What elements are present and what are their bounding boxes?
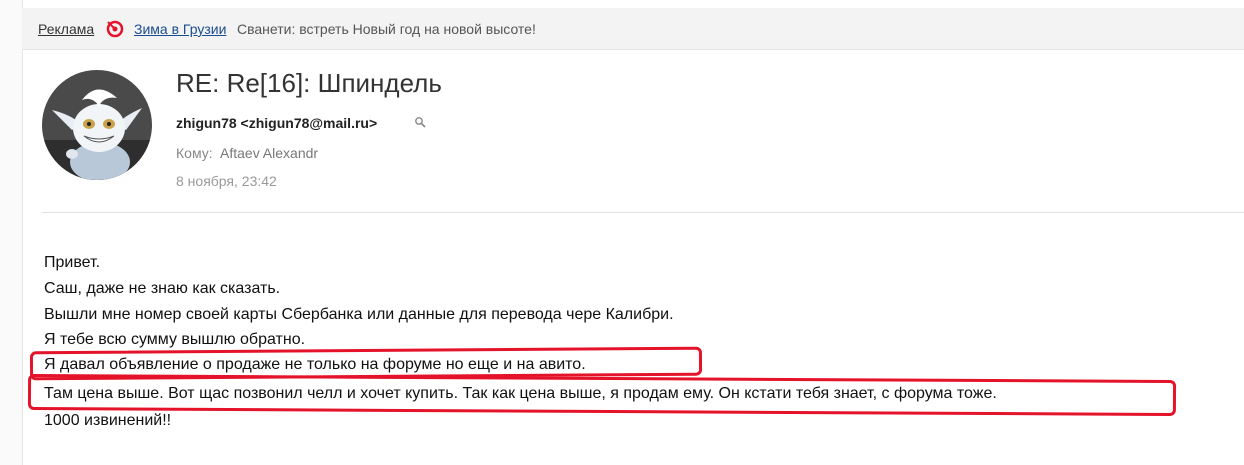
recipient-label: Кому:	[176, 145, 213, 161]
message-body-line: Я тебе всю сумму вышлю обратно.	[44, 331, 306, 348]
recipient-name[interactable]: Aftaev Alexandr	[220, 145, 318, 161]
sender-avatar[interactable]	[42, 70, 152, 180]
search-icon[interactable]	[414, 116, 426, 128]
red-highlight-box	[27, 373, 1177, 417]
sender-address[interactable]: zhigun78 <zhigun78@mail.ru>	[176, 115, 426, 131]
sender-address-text[interactable]: zhigun78 <zhigun78@mail.ru>	[176, 115, 377, 131]
message-date: 8 ноября, 23:42	[176, 173, 277, 189]
ad-brand-logo-icon	[106, 20, 124, 38]
header-divider	[42, 212, 1244, 213]
message-body-line: 1000 извинений!!	[44, 412, 172, 429]
message-body-line: Вышли мне номер своей карты Сбербанка ил…	[44, 306, 674, 323]
message-subject: RE: Re[16]: Шпиндель	[176, 68, 442, 98]
ad-label-link[interactable]: Реклама	[38, 21, 94, 37]
ad-brand-link[interactable]: Зима в Грузии	[134, 21, 226, 37]
message-body-line: Привет.	[44, 254, 101, 271]
message-body-line: Саш, даже не знаю как сказать.	[44, 280, 281, 297]
ad-banner[interactable]: Реклама Зима в Грузии Сванети: встреть Н…	[22, 8, 1244, 50]
ad-text[interactable]: Сванети: встреть Новый год на новой высо…	[237, 21, 536, 37]
cartoon-creature-avatar-icon	[42, 70, 152, 180]
left-sidebar-rail	[0, 0, 23, 465]
